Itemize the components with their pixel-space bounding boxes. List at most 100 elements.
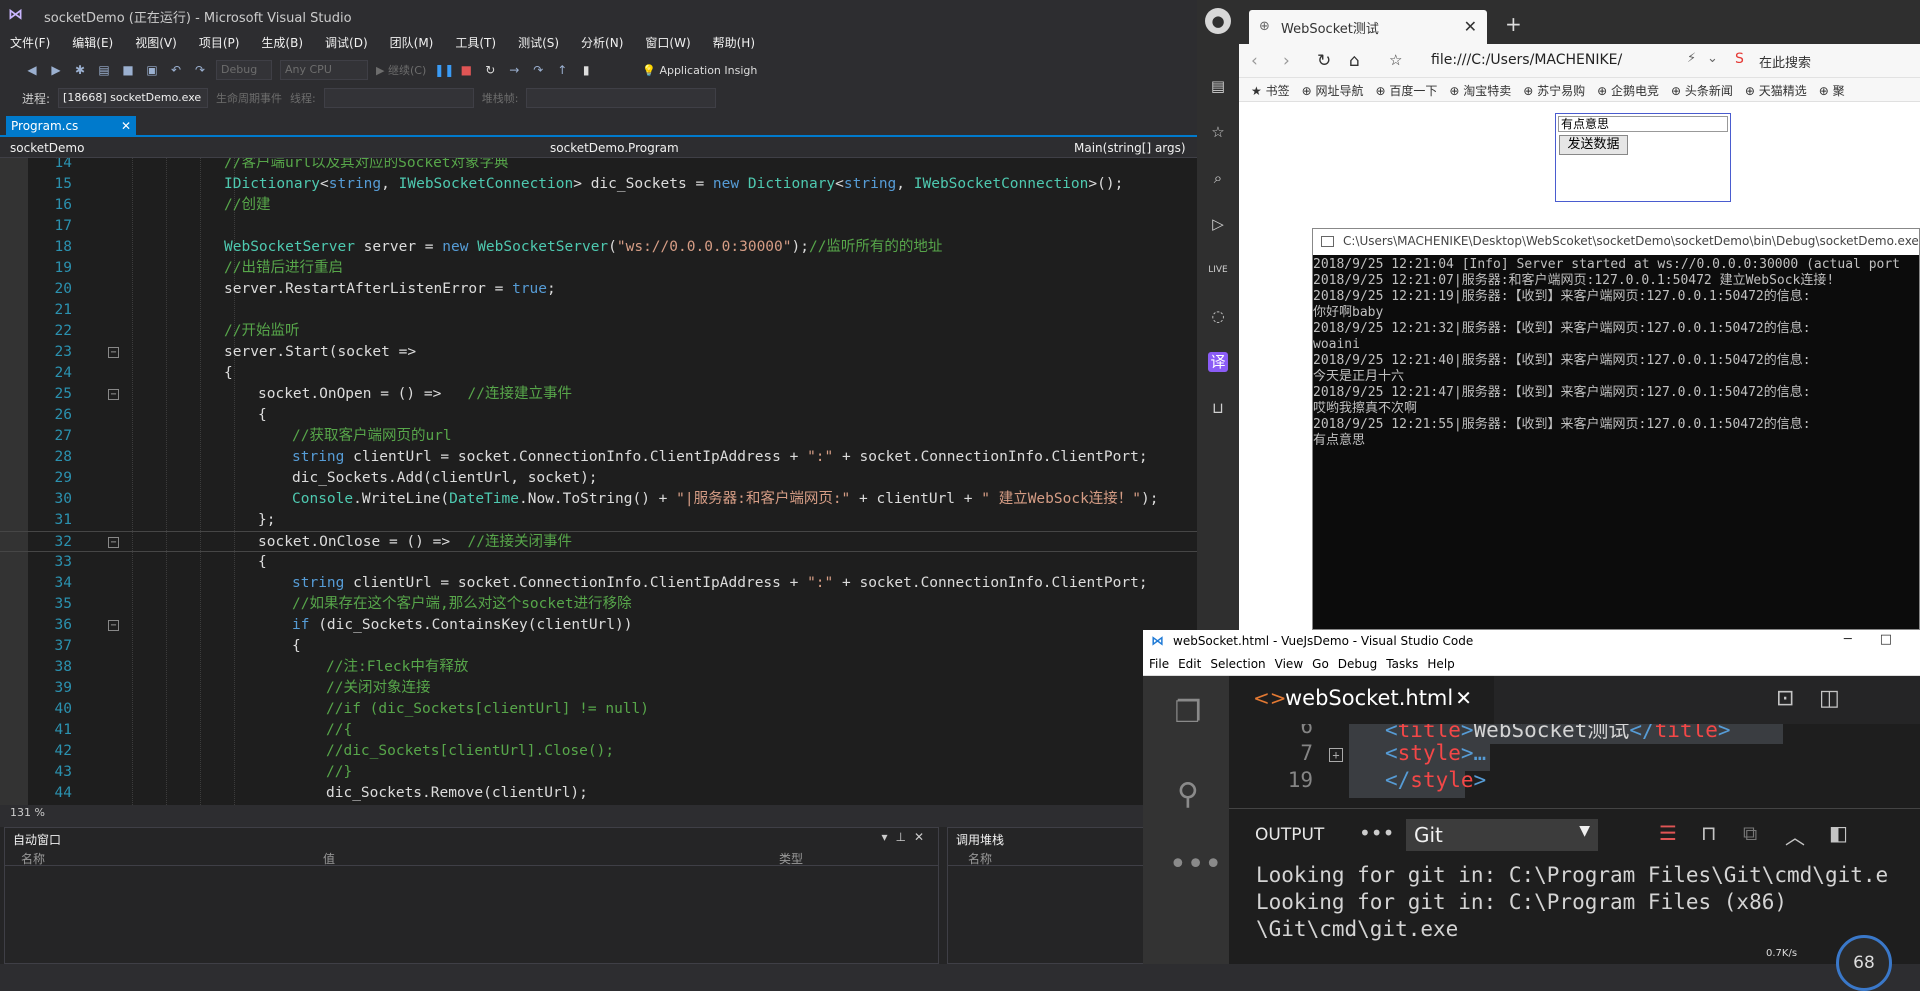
search-engine-icon[interactable]: S — [1735, 51, 1744, 67]
menu-item[interactable]: File — [1149, 657, 1169, 671]
code-line[interactable]: 36 − if (dic_Sockets.ContainsKey(clientUrl… — [0, 615, 1197, 636]
menu-item[interactable]: 视图(V) — [135, 34, 177, 51]
code-line[interactable]: 38 //注:Fleck中有释放 — [0, 657, 1197, 678]
menu-item[interactable]: 调试(D) — [325, 34, 368, 51]
cart-icon[interactable]: ⊔ — [1208, 398, 1228, 418]
code-line[interactable]: 28 string clientUrl = socket.ConnectionIn… — [0, 447, 1197, 468]
code-line[interactable]: 20 server.RestartAfterListenError = true; — [0, 279, 1197, 300]
code-line[interactable]: 42 //dic_Sockets[clientUrl].Close(); — [0, 741, 1197, 762]
code-line[interactable]: 27 //获取客户端网页的url — [0, 426, 1197, 447]
stack-frame-select[interactable] — [526, 88, 717, 108]
menu-item[interactable]: Edit — [1178, 657, 1201, 671]
code-line[interactable]: 17 — [0, 216, 1197, 237]
collapse-icon[interactable]: − — [108, 537, 119, 548]
new-project-icon[interactable]: ✱ — [72, 62, 88, 78]
menu-item[interactable]: Tasks — [1386, 657, 1418, 671]
code-editor[interactable]: 14 //客户端url以及其对应的Socket对象字典 15 IDictionary<… — [0, 158, 1197, 805]
code-line[interactable]: 7 + <style>… — [1229, 741, 1920, 771]
thread-select[interactable] — [323, 88, 474, 108]
code-line[interactable]: 21 — [0, 300, 1197, 321]
bookmark-item[interactable]: ⊕ 网址导航 — [1302, 82, 1364, 99]
pause-icon[interactable]: ❚❚ — [434, 62, 454, 78]
more-actions-icon[interactable]: ••• — [1359, 821, 1394, 845]
code-line[interactable]: 43 //} — [0, 762, 1197, 783]
send-data-button[interactable]: 发送数据 — [1559, 135, 1628, 155]
window-controls[interactable]: ─□ — [1844, 632, 1920, 647]
code-line[interactable]: 34 string clientUrl = socket.ConnectionIn… — [0, 573, 1197, 594]
collapse-icon[interactable]: − — [108, 620, 119, 631]
home-icon[interactable]: ⌂ — [1349, 51, 1360, 71]
tab-websocket-html[interactable]: <> webSocket.html ✕ — [1229, 676, 1494, 724]
code-line[interactable]: 16 //创建 — [0, 195, 1197, 216]
process-select[interactable]: [18668] socketDemo.exe — [58, 88, 209, 108]
menu-item[interactable]: Selection — [1210, 657, 1265, 671]
menu-item[interactable]: 分析(N) — [581, 34, 623, 51]
back-icon[interactable]: ◀ — [24, 62, 40, 78]
pane-controls[interactable]: ▾⊥✕ — [881, 830, 932, 844]
maximize-panel-icon[interactable]: ︿ — [1785, 821, 1805, 850]
menu-item[interactable]: View — [1275, 657, 1303, 671]
bookmark-star-icon[interactable]: ☆ — [1389, 51, 1402, 69]
panel-layout-icon[interactable]: ◧ — [1829, 821, 1848, 845]
user-avatar[interactable]: ● — [1205, 8, 1231, 34]
forward-icon[interactable]: › — [1283, 51, 1290, 71]
code-line[interactable]: 24 { — [0, 363, 1197, 384]
code-line[interactable]: 35 //如果存在这个客户端,那么对这个socket进行移除 — [0, 594, 1197, 615]
code-line[interactable]: 22 //开始监听 — [0, 321, 1197, 342]
autos-col-name[interactable]: 名称 — [21, 850, 45, 867]
live-icon[interactable]: LIVE — [1208, 260, 1228, 280]
close-tab-icon[interactable]: ✕ — [1455, 686, 1472, 710]
code-line[interactable]: 31}; — [0, 510, 1197, 531]
lock-scroll-icon[interactable]: ⊓ — [1701, 821, 1717, 845]
output-channel-select[interactable]: Git ▼ — [1406, 819, 1598, 851]
reload-icon[interactable]: ↻ — [1317, 51, 1331, 71]
favorites-star-icon[interactable]: ☆ — [1208, 122, 1228, 142]
project-dropdown[interactable]: socketDemo — [10, 141, 84, 155]
code-line[interactable]: 23 − server.Start(socket => — [0, 342, 1197, 363]
lightning-icon[interactable]: ⚡ — [1687, 51, 1696, 66]
solution-config-select[interactable]: Debug — [216, 60, 272, 80]
bookmark-item[interactable]: ⊕ 企鹅电竞 — [1597, 82, 1659, 99]
video-icon[interactable]: ▷ — [1208, 214, 1228, 234]
search-icon[interactable]: ⌕ — [1208, 168, 1228, 188]
menu-item[interactable]: 窗口(W) — [645, 34, 690, 51]
restart-icon[interactable]: ↻ — [482, 62, 498, 78]
code-line[interactable]: 40 //if (dic_Sockets[clientUrl] != null) — [0, 699, 1197, 720]
stop-icon[interactable]: ■ — [458, 62, 474, 78]
code-line[interactable]: 39 //关闭对象连接 — [0, 678, 1197, 699]
member-dropdown[interactable]: Main(string[] args) — [1074, 141, 1186, 155]
bookmark-item[interactable]: ★ 书签 — [1251, 82, 1290, 99]
autos-col-value[interactable]: 值 — [323, 850, 335, 867]
menu-item[interactable]: 编辑(E) — [72, 34, 113, 51]
more-icon[interactable]: ••• — [1169, 846, 1222, 884]
clear-output-icon[interactable]: ☰ — [1659, 821, 1677, 845]
step-over-icon[interactable]: ↷ — [530, 62, 546, 78]
code-line[interactable]: 32 − socket.OnClose = () => //连接关闭事件 — [0, 531, 1197, 552]
reading-list-icon[interactable]: ▤ — [1208, 76, 1228, 96]
dropdown-icon[interactable]: ⌄ — [1707, 51, 1718, 66]
code-line[interactable]: 15 IDictionary<string, IWebSocketConnecti… — [0, 174, 1197, 195]
code-line[interactable]: 30 Console.WriteLine(DateTime.Now.ToStrin… — [0, 489, 1197, 510]
code-line[interactable]: 44 dic_Sockets.Remove(clientUrl); — [0, 783, 1197, 804]
save-icon[interactable]: ■ — [120, 62, 136, 78]
autos-col-type[interactable]: 类型 — [779, 850, 803, 867]
menu-item[interactable]: Go — [1312, 657, 1329, 671]
back-icon[interactable]: ‹ — [1251, 51, 1258, 71]
bookmark-item[interactable]: ⊕ 淘宝特卖 — [1449, 82, 1511, 99]
close-tab-icon[interactable]: ✕ — [1464, 17, 1477, 36]
undo-icon[interactable]: ↶ — [168, 62, 184, 78]
bookmark-icon[interactable]: ▮ — [578, 62, 594, 78]
application-insights-button[interactable]: 💡 Application Insigh — [642, 64, 757, 77]
expand-icon[interactable]: + — [1329, 748, 1343, 762]
message-input[interactable]: 有点意思 — [1558, 116, 1728, 132]
collapse-icon[interactable]: − — [108, 347, 119, 358]
code-line[interactable]: 41 //{ — [0, 720, 1197, 741]
menu-item[interactable]: 工具(T) — [455, 34, 496, 51]
search-input[interactable]: 在此搜索 — [1759, 52, 1811, 71]
code-line[interactable]: 19 </style> — [1229, 768, 1920, 798]
vscode-editor[interactable]: 6 <title>WebSocket测试</title> 7 + <style>… 19 <… — [1229, 724, 1920, 808]
collapse-icon[interactable]: − — [108, 389, 119, 400]
zoom-level[interactable]: 131 % — [0, 805, 1197, 822]
bookmark-item[interactable]: ⊕ 百度一下 — [1375, 82, 1437, 99]
menu-item[interactable]: 测试(S) — [518, 34, 559, 51]
